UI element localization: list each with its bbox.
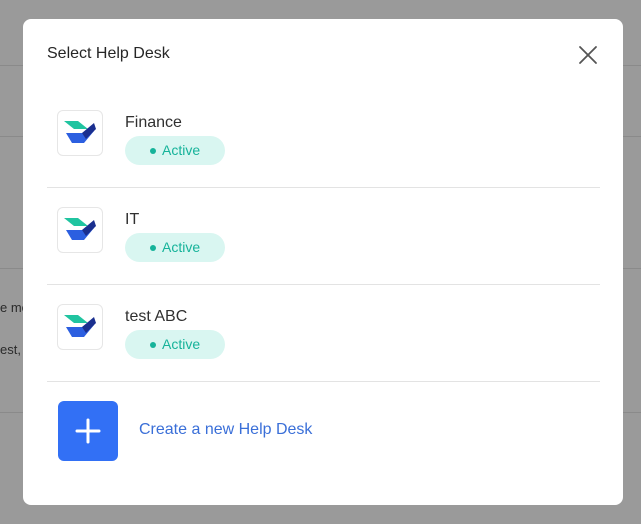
background-text: est, (0, 342, 21, 357)
helpdesk-logo-icon (64, 218, 96, 240)
help-desk-name: IT (125, 211, 140, 228)
helpdesk-logo-icon (64, 121, 96, 143)
status-label: Active (162, 142, 201, 158)
status-dot-icon (150, 245, 156, 251)
plus-icon (75, 418, 101, 444)
create-help-desk-link[interactable]: Create a new Help Desk (139, 421, 312, 439)
select-help-desk-modal: Select Help Desk Finance Active IT Activ… (23, 19, 623, 505)
create-tile (58, 401, 118, 461)
status-badge: Active (125, 330, 225, 359)
help-desk-logo (57, 304, 103, 350)
help-desk-item-test-abc[interactable]: test ABC Active (47, 285, 600, 382)
help-desk-item-it[interactable]: IT Active (47, 188, 600, 285)
help-desk-name: Finance (125, 114, 182, 131)
create-help-desk-button[interactable]: Create a new Help Desk (47, 398, 600, 482)
status-badge: Active (125, 233, 225, 262)
help-desk-logo (57, 110, 103, 156)
status-dot-icon (150, 148, 156, 154)
helpdesk-logo-icon (64, 315, 96, 337)
modal-title: Select Help Desk (47, 45, 170, 62)
help-desk-item-finance[interactable]: Finance Active (47, 91, 600, 188)
help-desk-name: test ABC (125, 308, 188, 325)
status-badge: Active (125, 136, 225, 165)
close-icon (579, 46, 597, 64)
close-button[interactable] (576, 43, 600, 67)
status-label: Active (162, 336, 201, 352)
help-desk-list: Finance Active IT Active test ABC Active (47, 91, 600, 382)
status-dot-icon (150, 342, 156, 348)
status-label: Active (162, 239, 201, 255)
help-desk-logo (57, 207, 103, 253)
